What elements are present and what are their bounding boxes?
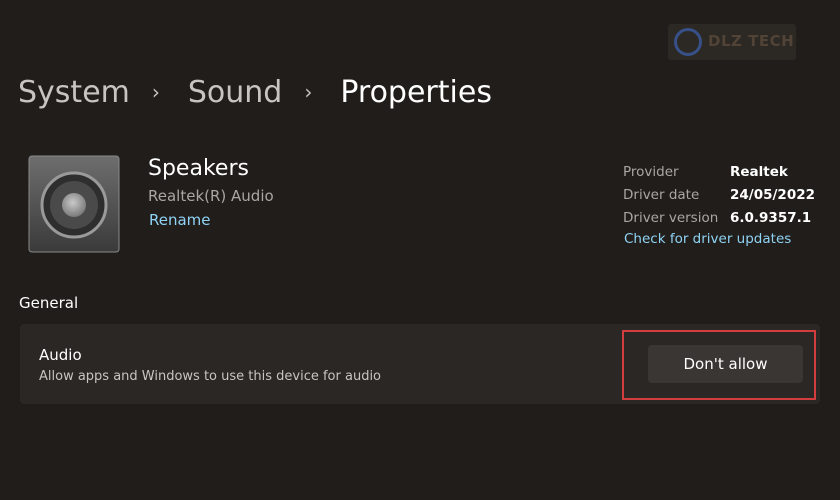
device-subtitle: Realtek(R) Audio: [148, 187, 274, 205]
breadcrumb-system[interactable]: System: [18, 75, 130, 110]
breadcrumb-properties: Properties: [340, 74, 492, 110]
driver-version-value: 6.0.9357.1: [730, 209, 812, 226]
device-name: Speakers: [148, 156, 249, 181]
watermark-logo: DLZ TECH: [668, 24, 796, 60]
speaker-icon: [28, 155, 120, 253]
chevron-right-icon: ›: [304, 80, 313, 104]
audio-setting-description: Allow apps and Windows to use this devic…: [39, 369, 382, 384]
driver-date-value: 24/05/2022: [730, 186, 816, 203]
rename-link[interactable]: Rename: [149, 211, 211, 229]
driver-date-row: Driver date 24/05/2022: [623, 183, 833, 206]
section-heading-general: General: [19, 294, 79, 312]
dont-allow-button[interactable]: Don't allow: [648, 345, 803, 383]
check-driver-updates-link[interactable]: Check for driver updates: [624, 231, 791, 247]
watermark-text: DLZ TECH: [708, 32, 795, 50]
breadcrumb: System › Sound › Properties: [18, 70, 492, 114]
chevron-right-icon: ›: [151, 80, 160, 104]
driver-info: Provider Realtek Driver date 24/05/2022 …: [623, 160, 833, 229]
driver-version-label: Driver version: [623, 209, 719, 226]
audio-setting-title: Audio: [39, 346, 82, 364]
driver-version-row: Driver version 6.0.9357.1: [623, 206, 833, 229]
audio-setting-card: Audio Allow apps and Windows to use this…: [20, 324, 820, 404]
logo-mark-icon: [674, 28, 702, 56]
provider-label: Provider: [623, 163, 679, 180]
driver-provider-row: Provider Realtek: [623, 160, 833, 183]
driver-date-label: Driver date: [623, 186, 700, 203]
breadcrumb-sound[interactable]: Sound: [188, 75, 282, 110]
provider-value: Realtek: [730, 163, 788, 180]
